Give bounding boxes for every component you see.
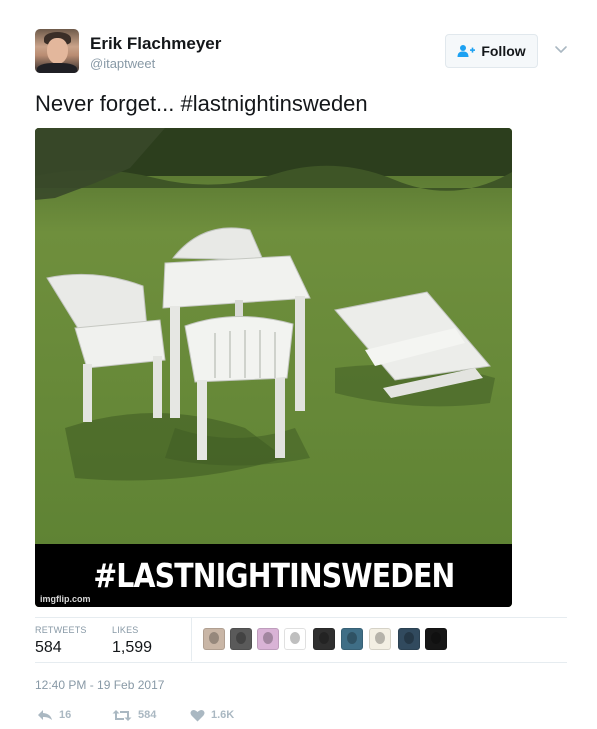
tweet-media[interactable]: #LASTNIGHTINSWEDEN imgflip.com	[35, 128, 512, 607]
liker-avatar-5-detail	[319, 632, 329, 644]
liker-avatar-4[interactable]	[284, 628, 306, 650]
liker-avatar-8-detail	[404, 632, 414, 644]
liker-avatar-8[interactable]	[398, 628, 420, 650]
stats-top-divider	[35, 617, 567, 618]
liker-avatar-6-detail	[347, 632, 357, 644]
liker-avatar-2-detail	[236, 632, 246, 644]
reply-count: 16	[59, 709, 72, 721]
lawn-chairs-photo	[35, 128, 512, 545]
tweet-timestamp[interactable]: 12:40 PM - 19 Feb 2017	[35, 678, 164, 692]
liker-avatar-4-detail	[290, 632, 300, 644]
liker-avatar-3-detail	[263, 632, 273, 644]
author-avatar[interactable]	[35, 29, 79, 73]
liker-avatar-9-detail	[431, 632, 441, 644]
avatar-face	[47, 38, 68, 64]
heart-icon	[190, 709, 205, 721]
reply-icon	[38, 710, 52, 720]
liker-avatar-6[interactable]	[341, 628, 363, 650]
liker-avatar-7-detail	[375, 632, 385, 644]
likes-label[interactable]: LIKES	[112, 625, 139, 635]
like-button[interactable]: 1.6K	[190, 706, 234, 724]
author-name[interactable]: Erik Flachmeyer	[90, 34, 221, 54]
add-user-icon	[457, 45, 476, 57]
retweet-button[interactable]: 584	[112, 706, 156, 724]
retweet-icon	[112, 709, 132, 721]
hashtag-link[interactable]: #lastnightinsweden	[181, 91, 368, 116]
liker-avatar-5[interactable]	[313, 628, 335, 650]
imgflip-watermark: imgflip.com	[40, 594, 91, 604]
liker-avatar-9[interactable]	[425, 628, 447, 650]
retweets-label[interactable]: RETWEETS	[35, 625, 87, 635]
liker-avatar-2[interactable]	[230, 628, 252, 650]
retweets-count[interactable]: 584	[35, 639, 62, 657]
retweet-count: 584	[138, 709, 157, 721]
follow-label: Follow	[481, 43, 526, 59]
tweet-text: Never forget... #lastnightinsweden	[35, 91, 368, 117]
stats-vertical-divider	[191, 618, 192, 661]
author-handle[interactable]: @itaptweet	[90, 56, 155, 71]
avatar-shirt	[37, 63, 77, 73]
liker-avatar-7[interactable]	[369, 628, 391, 650]
liker-avatar-1[interactable]	[203, 628, 225, 650]
meme-caption: #LASTNIGHTINSWEDEN	[92, 556, 455, 595]
follow-button[interactable]: Follow	[445, 34, 538, 68]
chevron-down-icon[interactable]	[553, 41, 569, 57]
likes-count[interactable]: 1,599	[112, 639, 152, 657]
meme-caption-bar: #LASTNIGHTINSWEDEN	[35, 544, 512, 607]
liker-avatar-3[interactable]	[257, 628, 279, 650]
stats-bottom-divider	[35, 662, 567, 663]
tweet-text-prefix: Never forget...	[35, 91, 181, 116]
reply-button[interactable]: 16	[37, 706, 71, 724]
liker-avatar-1-detail	[209, 632, 219, 644]
like-count: 1.6K	[211, 709, 235, 721]
